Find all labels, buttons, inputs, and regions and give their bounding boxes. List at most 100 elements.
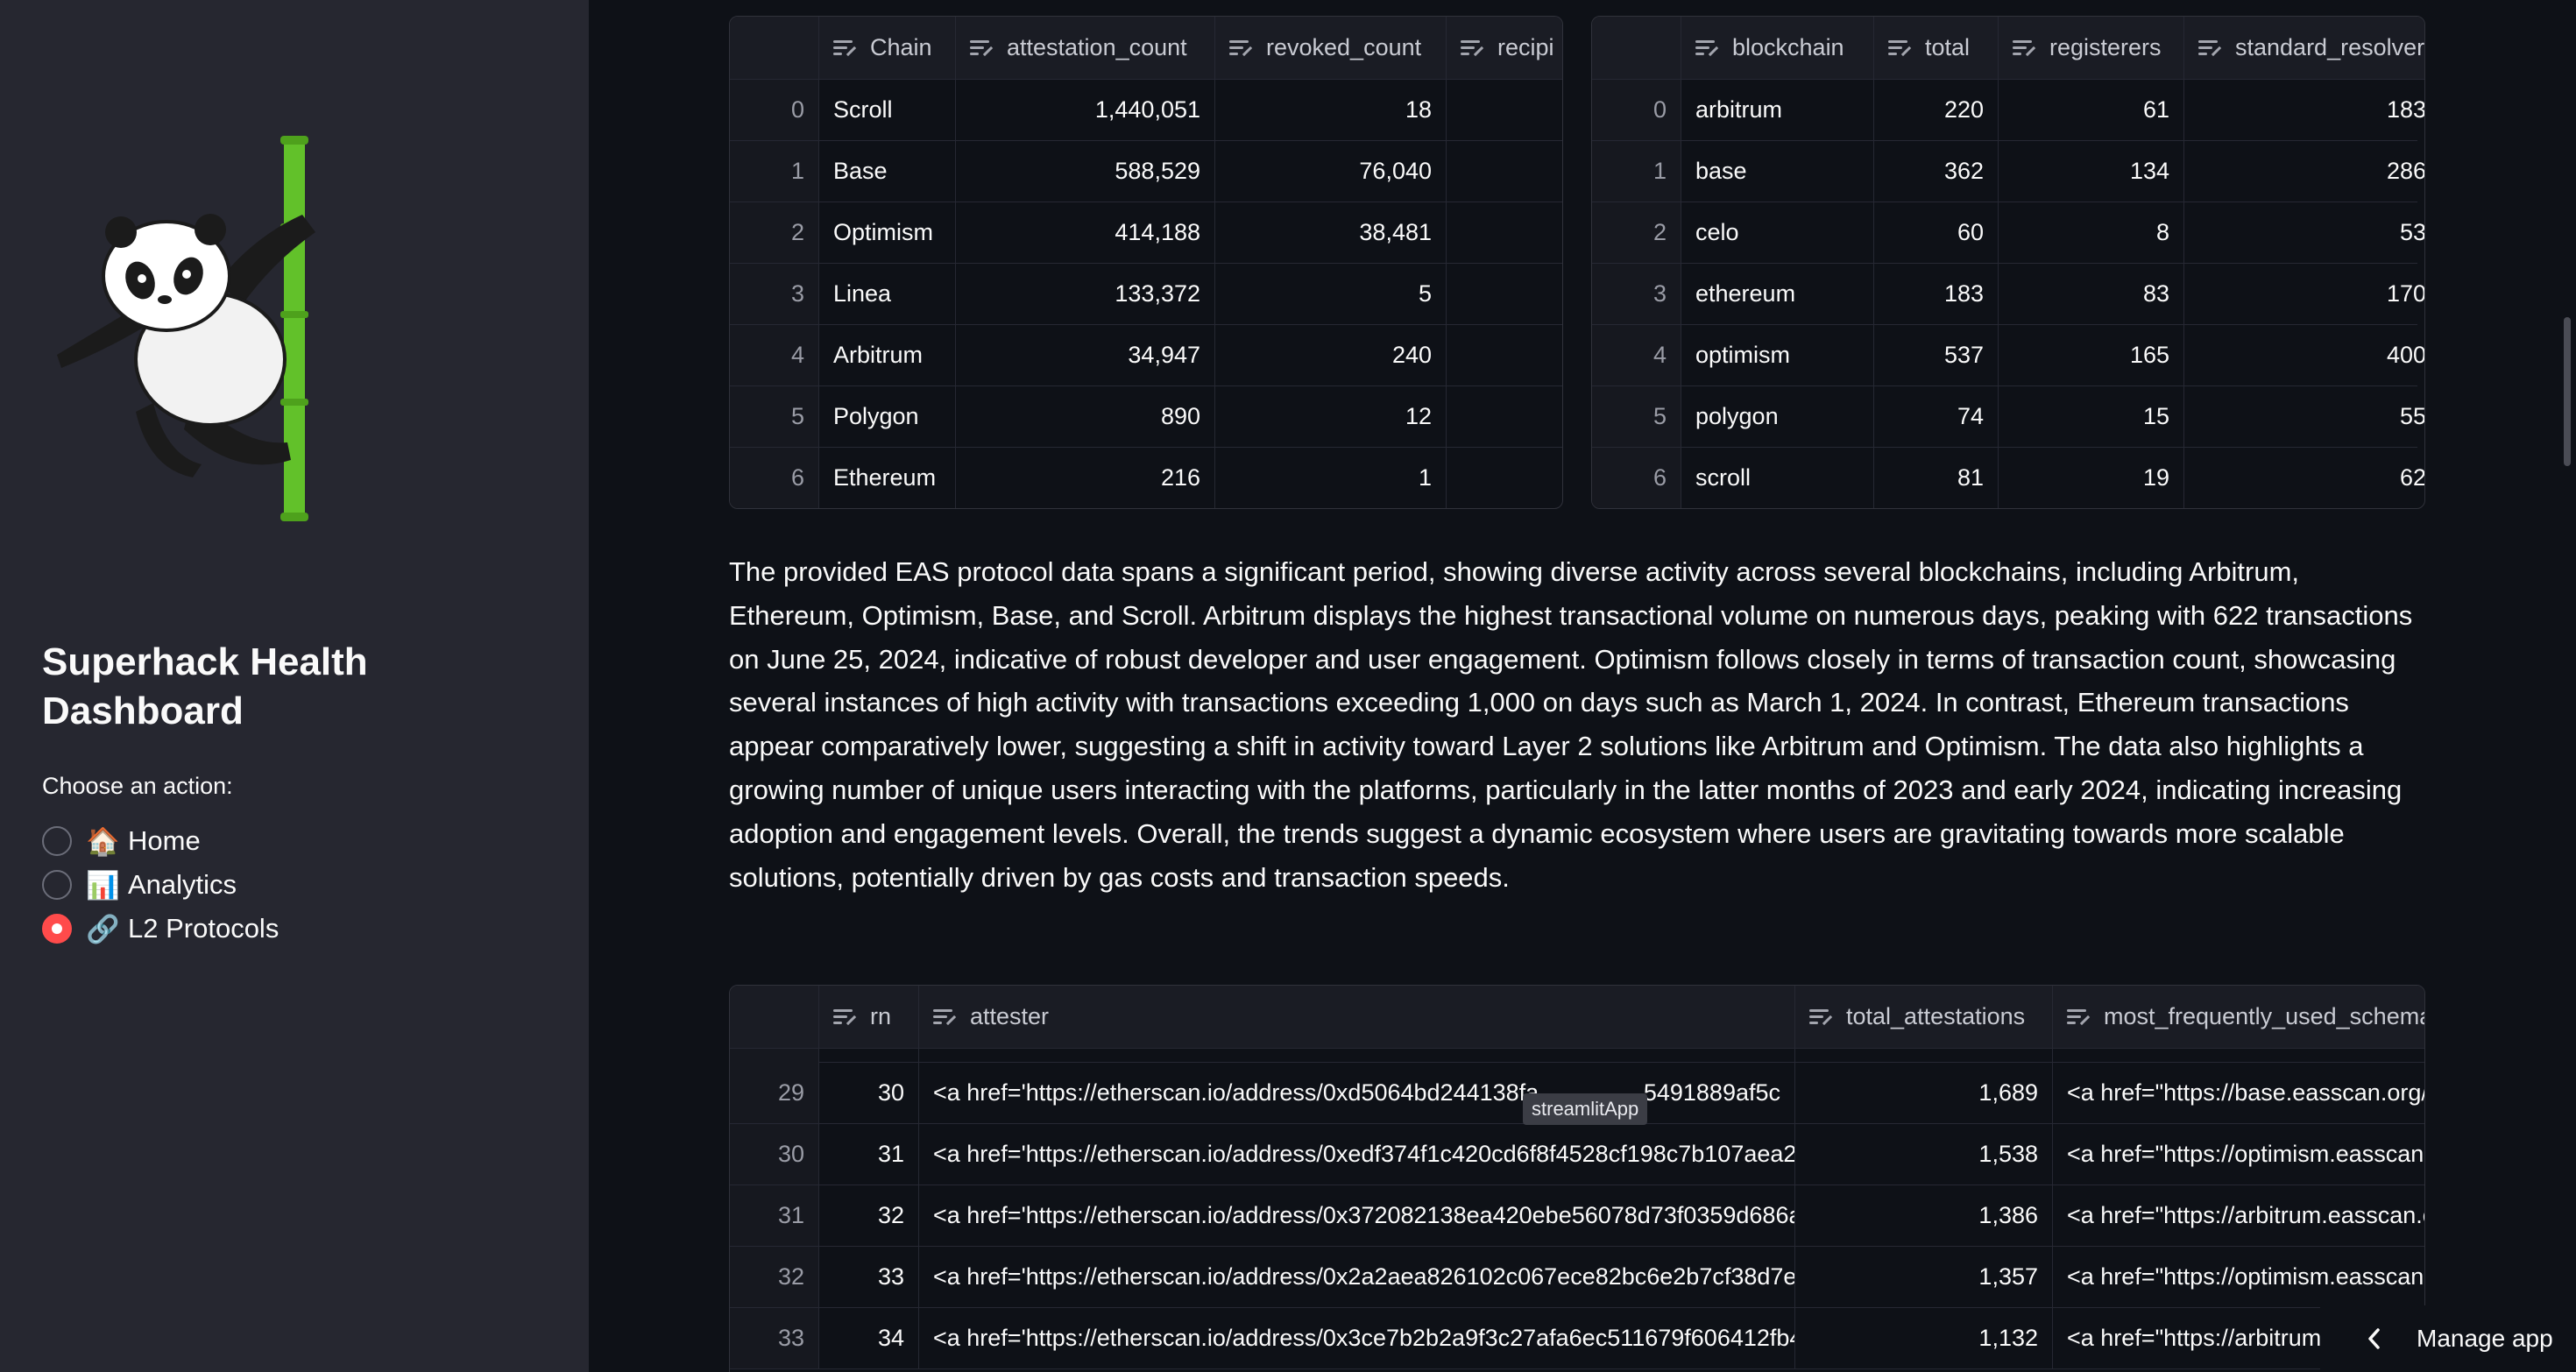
standard-resolver-cell[interactable]: 55	[2184, 386, 2424, 447]
radio-button[interactable]	[42, 870, 72, 900]
blockchain-cell[interactable]: optimism	[1681, 325, 1874, 385]
column-header-rn[interactable]: rn	[819, 986, 919, 1048]
attestation-count-cell[interactable]: 216	[956, 448, 1215, 508]
total-cell[interactable]: 220	[1874, 80, 1999, 140]
total-cell[interactable]: 74	[1874, 386, 1999, 447]
chain-cell[interactable]: Ethereum	[819, 448, 956, 508]
column-header-recipients[interactable]: recipi	[1447, 17, 1562, 79]
standard-resolver-cell[interactable]: 170	[2184, 264, 2424, 324]
chain-cell[interactable]: Scroll	[819, 80, 956, 140]
rn-cell[interactable]: 32	[819, 1185, 919, 1246]
registerers-cell[interactable]: 15	[1999, 386, 2184, 447]
chain-cell[interactable]: Polygon	[819, 386, 956, 447]
revoked-count-cell[interactable]: 38,481	[1215, 202, 1447, 263]
blockchain-cell[interactable]: celo	[1681, 202, 1874, 263]
recipients-cell[interactable]	[1447, 264, 1562, 324]
table-row[interactable]: 5 Polygon 890 12	[730, 386, 1562, 448]
schema-cell[interactable]: <a href="https://optimism.easscan.	[2053, 1124, 2424, 1185]
rn-cell[interactable]: 30	[819, 1063, 919, 1123]
blockchain-cell[interactable]: polygon	[1681, 386, 1874, 447]
revoked-count-cell[interactable]: 5	[1215, 264, 1447, 324]
recipients-cell[interactable]	[1447, 141, 1562, 202]
standard-resolver-cell[interactable]: 286	[2184, 141, 2424, 202]
radio-option-analytics[interactable]: 📊 Analytics	[42, 863, 279, 907]
total-attestations-cell[interactable]: 1,538	[1795, 1124, 2053, 1185]
table-row[interactable]: 6 Ethereum 216 1	[730, 448, 1562, 508]
column-header-attestation-count[interactable]: attestation_count	[956, 17, 1215, 79]
radio-option-l2-protocols[interactable]: 🔗 L2 Protocols	[42, 907, 279, 951]
radio-button-selected[interactable]	[42, 914, 72, 944]
attestation-count-cell[interactable]: 890	[956, 386, 1215, 447]
recipients-cell[interactable]	[1447, 386, 1562, 447]
table-row[interactable]: 5 polygon 74 15 55	[1592, 386, 2424, 448]
chain-cell[interactable]: Linea	[819, 264, 956, 324]
table-row[interactable]: 1 Base 588,529 76,040	[730, 141, 1562, 202]
table-row[interactable]: 2 Optimism 414,188 38,481	[730, 202, 1562, 264]
standard-resolver-cell[interactable]: 400	[2184, 325, 2424, 385]
rn-cell[interactable]: 33	[819, 1247, 919, 1307]
row-index-cell[interactable]: 0	[1592, 80, 1681, 140]
row-index-cell[interactable]: 29	[730, 1063, 819, 1123]
column-header-attester[interactable]: attester	[919, 986, 1795, 1048]
table-row[interactable]: 32 33 <a href='https://etherscan.io/addres…	[730, 1247, 2424, 1308]
table-row[interactable]: 3 ethereum 183 83 170	[1592, 264, 2424, 325]
column-header-total-attestations[interactable]: total_attestations	[1795, 986, 2053, 1048]
revoked-count-cell[interactable]: 12	[1215, 386, 1447, 447]
chain-cell[interactable]: Arbitrum	[819, 325, 956, 385]
total-cell[interactable]: 60	[1874, 202, 1999, 263]
table-row[interactable]: 30 31 <a href='https://etherscan.io/addres…	[730, 1124, 2424, 1185]
total-attestations-cell[interactable]: 1,386	[1795, 1185, 2053, 1246]
total-attestations-cell[interactable]: 1,132	[1795, 1308, 2053, 1368]
revoked-count-cell[interactable]: 76,040	[1215, 141, 1447, 202]
revoked-count-cell[interactable]: 240	[1215, 325, 1447, 385]
row-index-cell[interactable]: 1	[1592, 141, 1681, 202]
row-index-cell[interactable]: 2	[730, 202, 819, 263]
row-index-cell[interactable]: 6	[730, 448, 819, 508]
revoked-count-cell[interactable]: 1	[1215, 448, 1447, 508]
table-row[interactable]: 0 Scroll 1,440,051 18	[730, 80, 1562, 141]
column-header-standard-resolver[interactable]: standard_resolver	[2184, 17, 2424, 79]
manage-app-button[interactable]: Manage app	[2320, 1305, 2576, 1372]
column-header-total[interactable]: total	[1874, 17, 1999, 79]
chain-attestation-table[interactable]: Chain attestation_count revoked_count re…	[729, 16, 1563, 509]
table-row[interactable]: 0 arbitrum 220 61 183	[1592, 80, 2424, 141]
registerers-cell[interactable]: 165	[1999, 325, 2184, 385]
total-cell[interactable]: 183	[1874, 264, 1999, 324]
attestation-count-cell[interactable]: 414,188	[956, 202, 1215, 263]
row-index-cell[interactable]: 4	[1592, 325, 1681, 385]
recipients-cell[interactable]	[1447, 448, 1562, 508]
chain-cell[interactable]: Optimism	[819, 202, 956, 263]
blockchain-schema-table[interactable]: blockchain total registerers standard_re…	[1591, 16, 2425, 509]
attester-cell[interactable]: <a href='https://etherscan.io/address/0x…	[919, 1185, 1795, 1246]
attester-cell[interactable]: <a href='https://etherscan.io/address/0x…	[919, 1063, 1795, 1123]
schema-cell[interactable]: <a href="https://optimism.easscan.	[2053, 1247, 2424, 1307]
attestation-count-cell[interactable]: 34,947	[956, 325, 1215, 385]
total-cell[interactable]: 362	[1874, 141, 1999, 202]
total-attestations-cell[interactable]: 1,357	[1795, 1247, 2053, 1307]
radio-option-home[interactable]: 🏠 Home	[42, 819, 279, 863]
attester-cell[interactable]: <a href='https://etherscan.io/address/0x…	[919, 1247, 1795, 1307]
attestation-count-cell[interactable]: 133,372	[956, 264, 1215, 324]
registerers-cell[interactable]: 134	[1999, 141, 2184, 202]
standard-resolver-cell[interactable]: 62	[2184, 448, 2424, 508]
blockchain-cell[interactable]: scroll	[1681, 448, 1874, 508]
column-header-registerers[interactable]: registerers	[1999, 17, 2184, 79]
table-row[interactable]: 2 celo 60 8 53	[1592, 202, 2424, 264]
standard-resolver-cell[interactable]: 53	[2184, 202, 2424, 263]
attester-cell[interactable]: <a href='https://etherscan.io/address/0x…	[919, 1124, 1795, 1185]
row-index-cell[interactable]: 30	[730, 1124, 819, 1185]
blockchain-cell[interactable]: arbitrum	[1681, 80, 1874, 140]
column-header-most-frequently-used-schema[interactable]: most_frequently_used_schema	[2053, 986, 2424, 1048]
recipients-cell[interactable]	[1447, 80, 1562, 140]
recipients-cell[interactable]	[1447, 202, 1562, 263]
chain-cell[interactable]: Base	[819, 141, 956, 202]
recipients-cell[interactable]	[1447, 325, 1562, 385]
row-index-cell[interactable]: 32	[730, 1247, 819, 1307]
radio-button[interactable]	[42, 826, 72, 856]
registerers-cell[interactable]: 8	[1999, 202, 2184, 263]
schema-cell[interactable]: <a href="https://base.easscan.org/s	[2053, 1063, 2424, 1123]
row-index-cell[interactable]: 31	[730, 1185, 819, 1246]
row-index-cell[interactable]: 2	[1592, 202, 1681, 263]
table-row[interactable]: 33 34 <a href='https://etherscan.io/addres…	[730, 1308, 2424, 1369]
total-cell[interactable]: 537	[1874, 325, 1999, 385]
